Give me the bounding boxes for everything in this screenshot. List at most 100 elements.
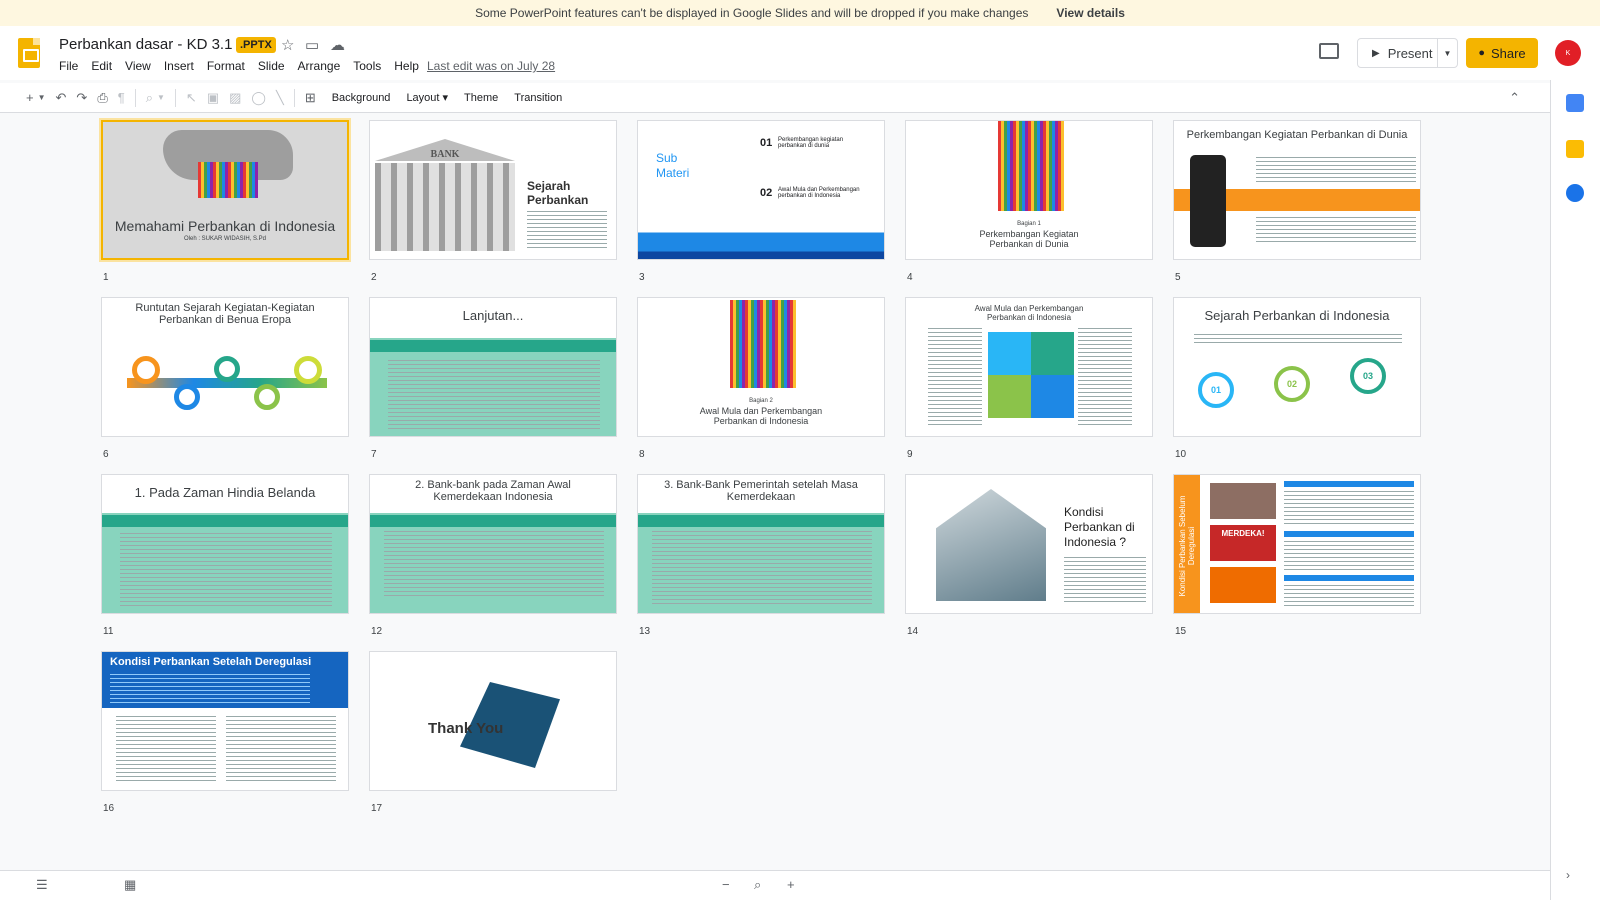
slide-thumbnail-14[interactable]: Kondisi Perbankan di Indonesia ? [905, 474, 1153, 614]
slide-thumbnail-12[interactable]: 2. Bank-bank pada Zaman Awal Kemerdekaan… [369, 474, 617, 614]
slide-number: 6 [103, 449, 109, 460]
body-text-lines [120, 533, 332, 609]
section-header-bar [1284, 481, 1414, 487]
barcode-graphic [198, 162, 258, 198]
zoom-dropdown-icon[interactable]: ▼ [157, 93, 165, 102]
slide-thumbnail-5[interactable]: Perkembangan Kegiatan Perbankan di Dunia [1173, 120, 1421, 260]
tasks-icon[interactable] [1566, 184, 1584, 202]
new-slide-dropdown-icon[interactable]: ▼ [38, 93, 46, 102]
collapse-toolbar-icon[interactable]: ⌃ [1509, 90, 1520, 106]
print-icon[interactable]: ⎙ [97, 90, 107, 106]
slide-thumbnail-10[interactable]: Sejarah Perbankan di Indonesia 01 02 03 [1173, 297, 1421, 437]
slide-number: 11 [103, 626, 114, 637]
menu-help[interactable]: Help [394, 59, 419, 73]
background-button[interactable]: Background [332, 92, 391, 104]
zoom-icon[interactable]: ⌕ [146, 90, 153, 106]
menu-view[interactable]: View [125, 59, 151, 73]
select-icon[interactable]: ↖ [186, 90, 197, 106]
cloud-status-icon[interactable]: ☁ [330, 36, 345, 54]
transition-button[interactable]: Transition [514, 92, 562, 104]
slide-number: 4 [907, 272, 913, 283]
slide-thumbnail-2[interactable]: BANK Sejarah Perbankan [369, 120, 617, 260]
move-folder-icon[interactable]: ▭ [305, 36, 319, 54]
zoom-search-icon[interactable]: ⌕ [754, 877, 761, 893]
slide-thumbnail-11[interactable]: 1. Pada Zaman Hindia Belanda [101, 474, 349, 614]
menu-edit[interactable]: Edit [91, 59, 112, 73]
new-slide-icon[interactable]: + [26, 90, 34, 105]
banner-message: Some PowerPoint features can't be displa… [475, 6, 1029, 20]
keep-icon[interactable] [1566, 140, 1584, 158]
harbor-illustration [638, 221, 884, 259]
compat-banner: Some PowerPoint features can't be displa… [0, 0, 1600, 26]
section-header-bar [1284, 575, 1414, 581]
image-icon[interactable]: ▨ [229, 90, 241, 106]
slide-thumbnail-7[interactable]: Lanjutan... [369, 297, 617, 437]
menu-file[interactable]: File [59, 59, 78, 73]
slide-14-title: Kondisi Perbankan di Indonesia ? [1064, 505, 1135, 549]
redo-icon[interactable]: ↷ [76, 90, 87, 106]
body-text-lines [1284, 491, 1414, 527]
share-button[interactable]: ● Share [1466, 38, 1538, 68]
last-edit-link[interactable]: Last edit was on July 28 [427, 59, 555, 73]
undo-icon[interactable]: ↶ [56, 90, 67, 106]
menu-tools[interactable]: Tools [353, 59, 381, 73]
star-icon[interactable]: ☆ [281, 36, 294, 54]
body-text-lines [527, 211, 607, 249]
menu-format[interactable]: Format [207, 59, 245, 73]
menu-insert[interactable]: Insert [164, 59, 194, 73]
body-text-lines [1256, 217, 1416, 245]
layout-label: Layout [406, 92, 440, 104]
body-text-lines [116, 716, 216, 784]
section-header-bar [1284, 531, 1414, 537]
line-icon[interactable]: ╲ [276, 90, 284, 106]
timeline-node [132, 356, 160, 384]
shape-icon[interactable]: ◯ [251, 90, 266, 106]
slide-thumbnail-8[interactable]: Bagian 2 Awal Mula dan Perkembangan Perb… [637, 297, 885, 437]
body-text-lines [1284, 585, 1414, 609]
document-title[interactable]: Perbankan dasar - KD 3.1 [59, 36, 232, 53]
slide-8-title: Awal Mula dan Perkembangan Perbankan di … [699, 406, 823, 426]
view-details-link[interactable]: View details [1056, 6, 1124, 20]
theme-button[interactable]: Theme [464, 92, 498, 104]
slide-number: 17 [371, 803, 383, 814]
slides-logo-icon[interactable] [18, 38, 40, 68]
comments-icon[interactable] [1319, 43, 1339, 59]
slide-number: 8 [639, 449, 645, 460]
layout-button[interactable]: Layout ▾ [406, 91, 448, 104]
slide-thumbnail-3[interactable]: Sub Materi 01 Perkembangan kegiatan perb… [637, 120, 885, 260]
expand-side-panel-icon[interactable]: › [1566, 868, 1570, 882]
slide-number: 5 [1175, 272, 1181, 283]
photo-graphic [1210, 483, 1276, 519]
step-circle-3: 03 [1350, 358, 1386, 394]
slide-thumbnail-9[interactable]: Awal Mula dan Perkembangan Perbankan di … [905, 297, 1153, 437]
slide-thumbnail-15[interactable]: Kondisi Perbankan Sebelum Deregulasi MER… [1173, 474, 1421, 614]
comment-add-icon[interactable]: ⊞ [305, 90, 316, 106]
slide-13-title: 3. Bank-Bank Pemerintah setelah Masa Kem… [664, 479, 858, 503]
teal-header-bar [370, 515, 616, 527]
present-dropdown-icon[interactable]: ▼ [1437, 39, 1457, 67]
bank-sign: BANK [430, 149, 460, 160]
textbox-icon[interactable]: ▣ [207, 90, 219, 106]
slide-thumbnail-17[interactable]: Thank You [369, 651, 617, 791]
menu-slide[interactable]: Slide [258, 59, 285, 73]
merdeka-photo: MERDEKA! [1210, 525, 1276, 561]
calendar-icon[interactable] [1566, 94, 1584, 112]
slide-8-part: Bagian 2 [749, 398, 773, 404]
slide-thumbnail-1[interactable]: Memahami Perbankan di Indonesia Oleh : S… [99, 118, 351, 262]
share-label: Share [1490, 45, 1526, 61]
slide-thumbnail-13[interactable]: 3. Bank-Bank Pemerintah setelah Masa Kem… [637, 474, 885, 614]
timeline-node [214, 356, 240, 382]
zoom-out-icon[interactable]: − [722, 877, 730, 892]
slide-4-part: Bagian 1 [1017, 221, 1041, 227]
avatar[interactable]: K [1555, 40, 1581, 66]
menu-arrange[interactable]: Arrange [298, 59, 341, 73]
filmstrip-view-icon[interactable]: ☰ [36, 877, 48, 893]
grid-view-icon[interactable]: ▦ [124, 877, 136, 893]
present-button[interactable]: ▶ Present ▼ [1357, 38, 1458, 68]
slide-thumbnail-4[interactable]: Bagian 1 Perkembangan Kegiatan Perbankan… [905, 120, 1153, 260]
step-circle-1: 01 [1198, 372, 1234, 408]
slide-thumbnail-6[interactable]: Runtutan Sejarah Kegiatan-Kegiatan Perba… [101, 297, 349, 437]
paint-format-icon[interactable]: ¶ [118, 90, 125, 105]
slide-thumbnail-16[interactable]: Kondisi Perbankan Setelah Deregulasi [101, 651, 349, 791]
zoom-in-icon[interactable]: + [787, 877, 795, 892]
